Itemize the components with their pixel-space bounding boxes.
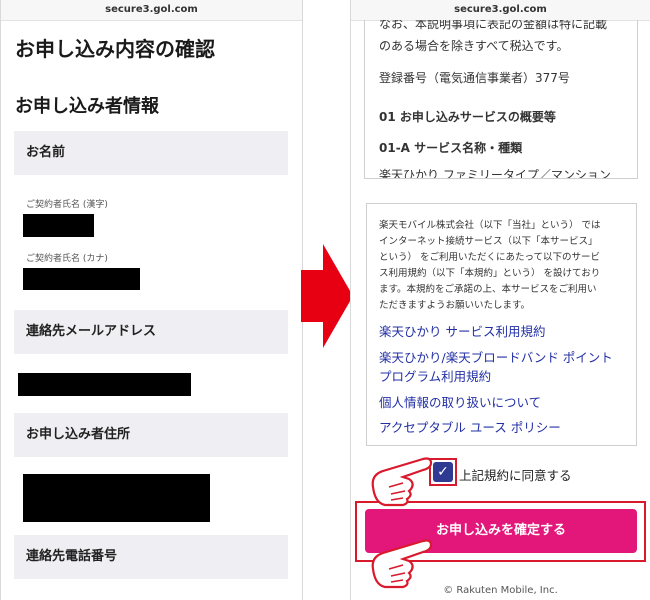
- section-heading-01: 01 お申し込みサービスの概要等: [379, 110, 556, 124]
- copyright-footer: © Rakuten Mobile, Inc.: [443, 585, 558, 596]
- terms-text-line: 楽天モバイル株式会社（以下「当社」という） では: [379, 220, 601, 231]
- notes-line: のある場合を除きすべて税込です。: [379, 39, 569, 53]
- check-icon: ✓: [437, 464, 449, 480]
- acceptable-use-policy-link[interactable]: アクセプタブル ユース ポリシー: [379, 417, 561, 436]
- agree-label: 上記規約に同意する: [459, 468, 572, 483]
- email-field-header: 連絡先メールアドレス: [14, 310, 288, 354]
- agreement-screen: secure3.gol.com なお、本説明事項に表記の金額は特に記載 のある場…: [350, 0, 650, 600]
- applicant-info-heading: お申し込み者情報: [15, 96, 159, 117]
- notes-line: 楽天ひかり ファミリータイプ／マンション: [379, 168, 611, 179]
- redacted-address: [23, 474, 210, 522]
- section-heading-01a: 01-A サービス名称・種類: [379, 141, 523, 155]
- terms-text-line: ます。本規約をご承諾の上、本サービスをご利用い: [379, 284, 597, 295]
- terms-box: 楽天モバイル株式会社（以下「当社」という） では インターネット接続サービス（以…: [366, 203, 637, 446]
- notes-line: なお、本説明事項に表記の金額は特に記載: [379, 20, 608, 31]
- registration-number: 登録番号（電気通信事業者）377号: [379, 71, 570, 85]
- point-program-terms-link[interactable]: 楽天ひかり/楽天ブロードバンド ポイント: [379, 347, 613, 366]
- point-program-terms-link-cont[interactable]: プログラム利用規約: [379, 366, 491, 385]
- kana-name-label: ご契約者氏名 (カナ): [26, 254, 108, 264]
- privacy-policy-link[interactable]: 個人情報の取り扱いについて: [379, 392, 541, 411]
- url-bar[interactable]: secure3.gol.com: [351, 0, 650, 21]
- terms-text-line: という） をご利用いただくにあたって以下のサービ: [379, 252, 601, 263]
- pointing-hand-icon: [371, 457, 433, 507]
- important-notes-scroll-box[interactable]: なお、本説明事項に表記の金額は特に記載 のある場合を除きすべて税込です。 登録番…: [364, 20, 638, 179]
- service-terms-link[interactable]: 楽天ひかり サービス利用規約: [379, 321, 545, 340]
- kanji-name-label: ご契約者氏名 (漢字): [26, 200, 108, 210]
- terms-text-line: ス利用規約（以下「本規約」という） を設けており: [379, 268, 601, 279]
- address-field-header: お申し込み者住所: [14, 413, 288, 457]
- redacted-kana-name: [23, 268, 140, 290]
- name-field-header: お名前: [14, 131, 288, 175]
- confirmation-screen: secure3.gol.com お申し込み内容の確認 お申し込み者情報 お名前 …: [0, 0, 303, 600]
- url-bar[interactable]: secure3.gol.com: [1, 0, 302, 21]
- phone-field-header: 連絡先電話番号: [14, 535, 288, 579]
- page-title: お申し込み内容の確認: [15, 37, 215, 61]
- redacted-email: [18, 373, 191, 396]
- pointing-hand-icon: [371, 539, 433, 589]
- agree-checkbox[interactable]: ✓: [433, 462, 453, 482]
- right-arrow-icon: [301, 244, 353, 348]
- redacted-kanji-name: [23, 214, 94, 237]
- terms-text-line: インターネット接続サービス（以下「本サービス」: [379, 236, 598, 247]
- terms-text-line: ただきますようお願いいたします。: [379, 300, 531, 311]
